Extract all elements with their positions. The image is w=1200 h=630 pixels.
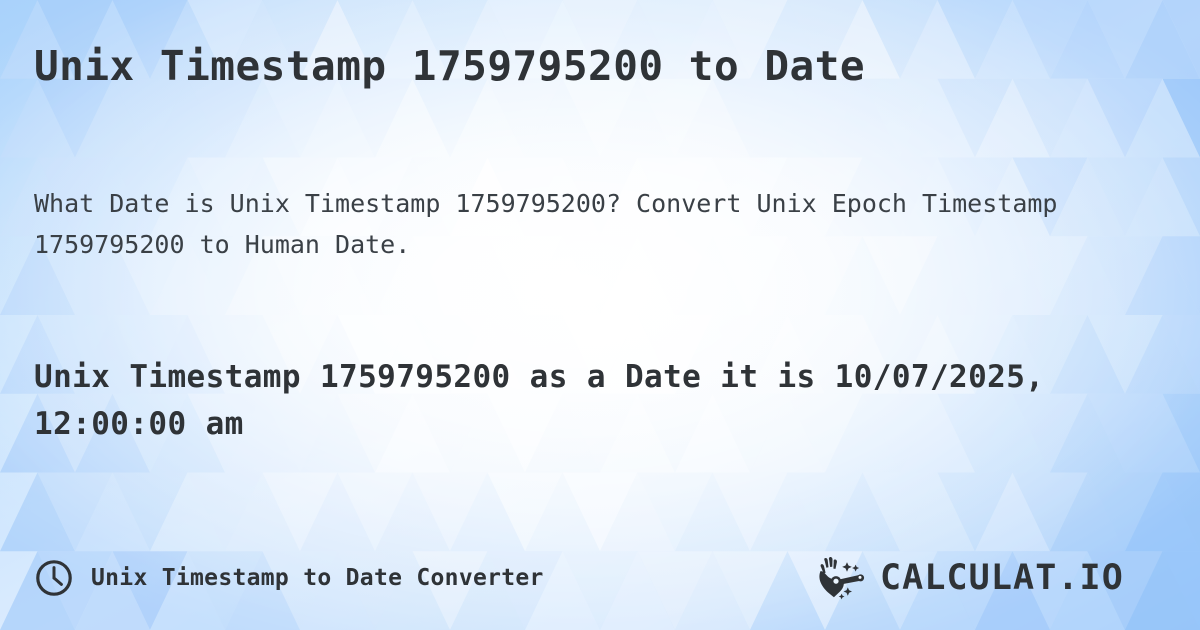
page-description: What Date is Unix Timestamp 1759795200? … <box>34 189 1058 259</box>
conversion-result: Unix Timestamp 1759795200 as a Date it i… <box>34 359 1045 442</box>
page-root: Unix Timestamp 1759795200 to Date What D… <box>0 0 1200 630</box>
brand-wordmark: CALCULAT.IO <box>880 558 1124 598</box>
page-title: Unix Timestamp 1759795200 to Date <box>34 42 866 90</box>
magic-wand-hand-icon <box>819 557 865 600</box>
clock-icon <box>36 560 72 596</box>
footer-label: Unix Timestamp to Date Converter <box>91 565 544 591</box>
footer-left-group: Unix Timestamp to Date Converter <box>34 558 544 598</box>
content-area: Unix Timestamp 1759795200 to Date What D… <box>0 0 1200 630</box>
footer: Unix Timestamp to Date Converter CALCULA… <box>34 552 1166 604</box>
brand-name-text: CALCULAT.IO <box>880 558 1124 598</box>
brand-logo[interactable]: CALCULAT.IO <box>812 555 1148 601</box>
